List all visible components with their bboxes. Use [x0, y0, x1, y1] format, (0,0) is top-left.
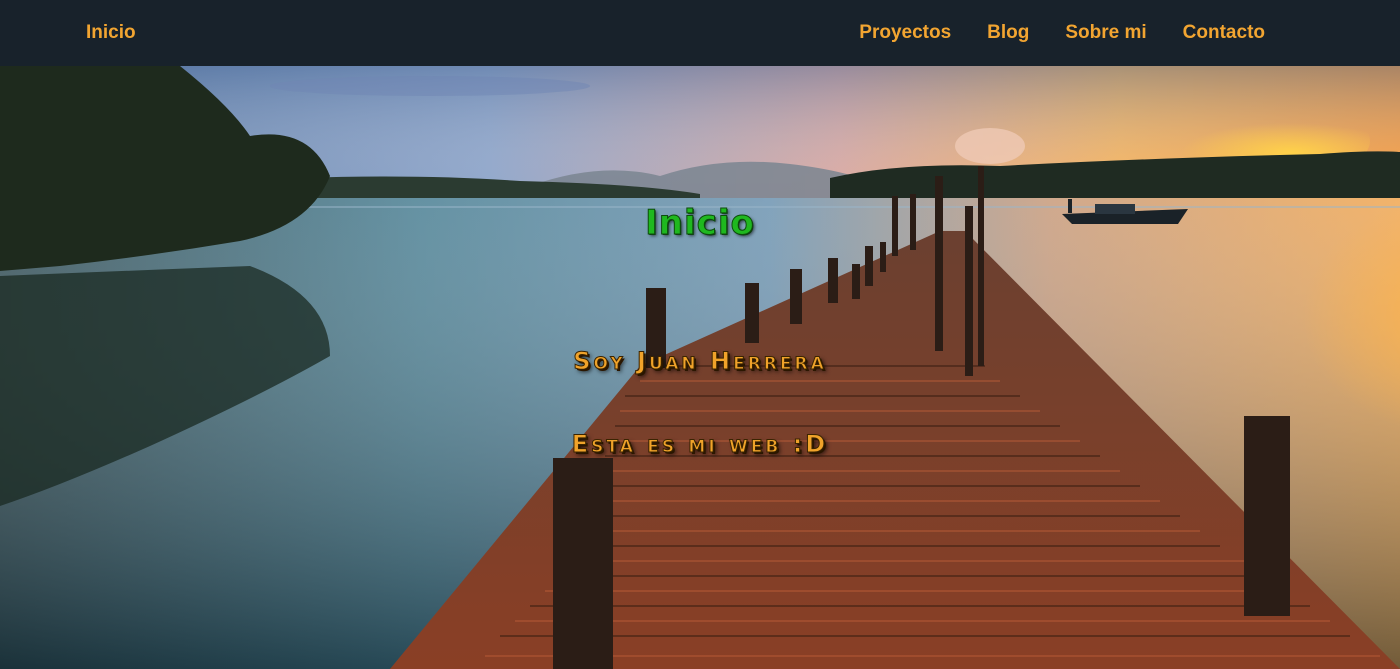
nav-link-blog[interactable]: Blog	[987, 0, 1029, 66]
nav-link-proyectos[interactable]: Proyectos	[859, 0, 951, 66]
nav-link-contacto[interactable]: Contacto	[1183, 0, 1265, 66]
navbar: Inicio Proyectos Blog Sobre mi Contacto	[0, 0, 1400, 66]
hero-background-image	[0, 66, 1400, 669]
nav-link-sobre-mi[interactable]: Sobre mi	[1065, 0, 1146, 66]
hero-section: Inicio Soy Juan Herrera Esta es mi web :…	[0, 66, 1400, 669]
nav-link-inicio[interactable]: Inicio	[86, 0, 136, 66]
nav-menu: Proyectos Blog Sobre mi Contacto	[859, 0, 1265, 66]
